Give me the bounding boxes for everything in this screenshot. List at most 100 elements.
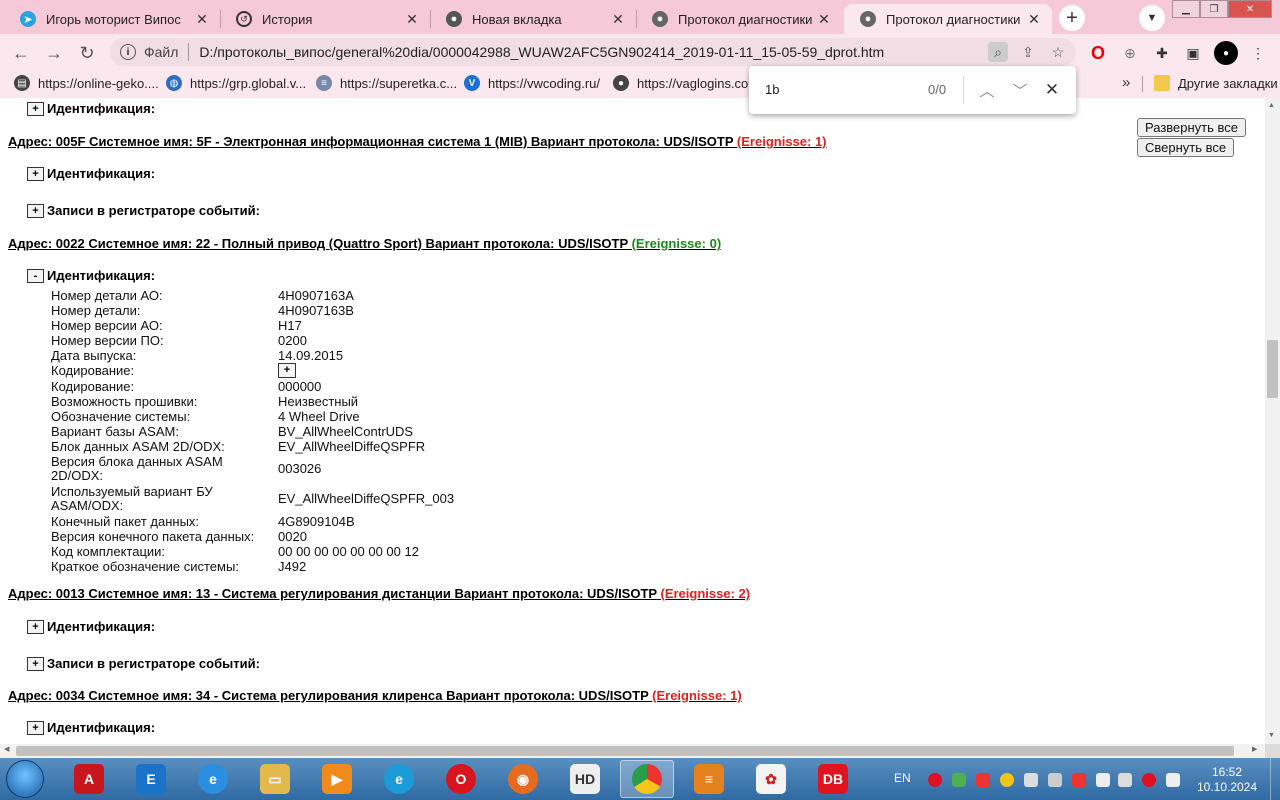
- taskbar-app[interactable]: O: [434, 760, 488, 798]
- volume-icon[interactable]: [1118, 773, 1132, 787]
- side-panel-icon[interactable]: ▣: [1183, 43, 1203, 63]
- tab-close-icon[interactable]: ✕: [814, 11, 834, 28]
- share-icon[interactable]: ⇪: [1018, 42, 1038, 62]
- tab-close-icon[interactable]: ✕: [192, 11, 212, 28]
- tab-search-chevron-icon[interactable]: ▼: [1139, 5, 1165, 31]
- reload-icon[interactable]: ↻: [76, 42, 98, 64]
- profile-avatar[interactable]: ●: [1214, 41, 1238, 65]
- event-log-section-toggle[interactable]: + Записи в регистраторе событий:: [27, 203, 260, 218]
- expand-all-button[interactable]: Развернуть все: [1137, 118, 1247, 137]
- section-label: Идентификация:: [47, 166, 156, 181]
- back-arrow-icon[interactable]: ←: [10, 42, 32, 64]
- opera-tray-icon[interactable]: [928, 773, 942, 787]
- vertical-scroll-thumb[interactable]: [1267, 340, 1278, 398]
- taskbar-app[interactable]: A: [62, 760, 116, 798]
- tab-telegram[interactable]: ➤ Игорь моторист Випос ✕: [4, 4, 220, 34]
- events-count-link[interactable]: (Ereignisse: 0): [632, 236, 722, 251]
- close-window-button[interactable]: ✕: [1228, 0, 1272, 18]
- taskbar-app[interactable]: ▭: [248, 760, 302, 798]
- expand-plus-icon[interactable]: +: [27, 656, 44, 671]
- tool-tray-icon[interactable]: [1024, 773, 1038, 787]
- tab-close-icon[interactable]: ✕: [1024, 11, 1044, 28]
- events-count-link[interactable]: (Ereignisse: 2): [660, 586, 750, 601]
- taskbar-app[interactable]: e: [186, 760, 240, 798]
- menu-kebab-icon[interactable]: ⋮: [1248, 43, 1268, 63]
- url-text[interactable]: D:/протоколы_випос/general%20dia/0000042…: [199, 44, 1076, 60]
- find-previous-chevron-up-icon[interactable]: ︿: [975, 78, 999, 102]
- taskbar-app[interactable]: DB: [806, 760, 860, 798]
- tab-history[interactable]: ↺ История ✕: [220, 4, 430, 34]
- scroll-down-arrow-icon[interactable]: ▼: [1268, 732, 1275, 739]
- tab-protocol-1[interactable]: ● Протокол диагностики ✕: [636, 4, 842, 34]
- taskbar-app-active[interactable]: [620, 760, 674, 798]
- maximize-button[interactable]: ❐: [1200, 0, 1228, 18]
- taskbar-app[interactable]: ◉: [496, 760, 550, 798]
- expand-plus-icon[interactable]: +: [27, 720, 44, 735]
- find-in-page-icon[interactable]: ⌕: [988, 42, 1008, 62]
- coding-expand-button[interactable]: +: [278, 363, 296, 378]
- forward-arrow-icon[interactable]: →: [43, 42, 65, 64]
- opera-extension-icon[interactable]: O: [1088, 43, 1108, 63]
- tool-tray-icon[interactable]: [1048, 773, 1062, 787]
- taskbar-app[interactable]: ▶: [310, 760, 364, 798]
- new-tab-button[interactable]: +: [1059, 5, 1085, 31]
- chrome-tray-icon[interactable]: [1000, 773, 1014, 787]
- identification-section-toggle[interactable]: + Идентификация:: [27, 619, 155, 634]
- find-next-chevron-down-icon[interactable]: ﹀: [1008, 78, 1032, 102]
- event-log-section-toggle[interactable]: + Записи в регистраторе событий:: [27, 656, 260, 671]
- bookmark-item[interactable]: ● https://vaglogins.co...: [613, 75, 759, 91]
- notification-flag-icon[interactable]: [1096, 773, 1110, 787]
- more-bookmarks-chevron[interactable]: »: [1122, 74, 1130, 91]
- tab-new-tab[interactable]: ● Новая вкладка ✕: [430, 4, 636, 34]
- vertical-scrollbar[interactable]: ▲ ▼: [1265, 98, 1280, 744]
- mail-tray-icon[interactable]: [1142, 773, 1156, 787]
- taskbar-app[interactable]: ✿: [744, 760, 798, 798]
- bookmark-item[interactable]: V https://vwcoding.ru/: [464, 75, 600, 91]
- collapse-minus-icon[interactable]: -: [27, 268, 44, 283]
- tab-close-icon[interactable]: ✕: [608, 11, 628, 28]
- windows-start-icon[interactable]: [6, 760, 44, 798]
- clock[interactable]: 16:52 10.10.2024: [1190, 765, 1264, 795]
- expand-plus-icon[interactable]: +: [27, 101, 44, 116]
- find-close-icon[interactable]: ✕: [1040, 78, 1064, 102]
- tab-protocol-2-active[interactable]: ● Протокол диагностики ✕: [844, 4, 1052, 34]
- network-signal-icon[interactable]: [1166, 773, 1180, 787]
- taskbar-app[interactable]: HD: [558, 760, 612, 798]
- address-bar[interactable]: i Файл D:/протоколы_випос/general%20dia/…: [110, 38, 1076, 66]
- taskbar-app[interactable]: ≡: [682, 760, 736, 798]
- taskbar-app[interactable]: E: [124, 760, 178, 798]
- bookmark-item[interactable]: ▤ https://online-geko....: [14, 75, 159, 91]
- bookmark-item[interactable]: ≡ https://superetka.c...: [316, 75, 457, 91]
- info-icon[interactable]: i: [120, 44, 136, 60]
- expand-plus-icon[interactable]: +: [27, 619, 44, 634]
- minimize-button[interactable]: ▁: [1172, 0, 1200, 18]
- vpn-globe-icon[interactable]: ⊕: [1120, 43, 1140, 63]
- identification-section-toggle[interactable]: + Идентификация:: [27, 101, 155, 116]
- tab-close-icon[interactable]: ✕: [402, 11, 422, 28]
- bookmark-star-icon[interactable]: ☆: [1048, 42, 1068, 62]
- collapse-all-button[interactable]: Свернуть все: [1137, 138, 1235, 157]
- scroll-up-arrow-icon[interactable]: ▲: [1268, 102, 1275, 109]
- youtube-tray-icon[interactable]: [976, 773, 990, 787]
- events-count-link[interactable]: (Ereignisse: 1): [652, 688, 742, 703]
- app-tray-icon[interactable]: [1072, 773, 1086, 787]
- extensions-puzzle-icon[interactable]: ✚: [1152, 43, 1172, 63]
- horizontal-scroll-thumb[interactable]: [16, 746, 1234, 756]
- identification-section-toggle[interactable]: + Идентификация:: [27, 720, 155, 735]
- expand-plus-icon[interactable]: +: [27, 166, 44, 181]
- events-count-link[interactable]: (Ereignisse: 1): [737, 134, 827, 149]
- other-bookmarks-folder[interactable]: Другие закладки: [1154, 75, 1278, 91]
- bookmark-item[interactable]: ◍ https://grp.global.v...: [166, 75, 306, 91]
- app-tray-icon[interactable]: [952, 773, 966, 787]
- taskbar-app[interactable]: e: [372, 760, 426, 798]
- stack-icon: ≡: [694, 764, 724, 794]
- scroll-left-arrow-icon[interactable]: ◀: [4, 745, 9, 753]
- find-input[interactable]: 1b: [765, 82, 779, 97]
- expand-plus-icon[interactable]: +: [27, 203, 44, 218]
- identification-section-toggle[interactable]: + Идентификация:: [27, 166, 155, 181]
- show-desktop-button[interactable]: [1270, 758, 1280, 800]
- horizontal-scrollbar[interactable]: ◀ ▶: [0, 744, 1265, 758]
- identification-section-toggle[interactable]: - Идентификация:: [27, 268, 155, 283]
- language-indicator[interactable]: EN: [894, 771, 911, 800]
- scroll-right-arrow-icon[interactable]: ▶: [1252, 745, 1257, 753]
